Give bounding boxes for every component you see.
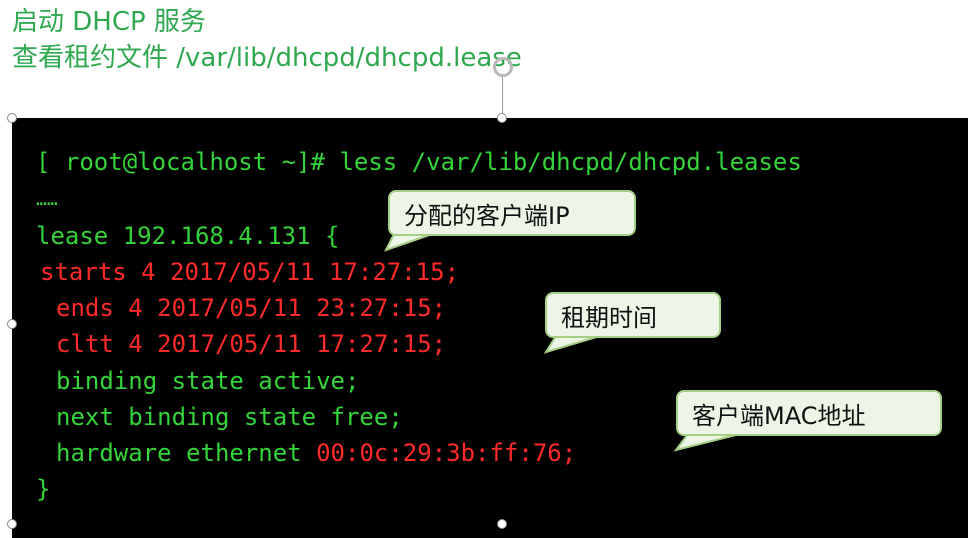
rotate-handle-icon[interactable] [493, 57, 513, 77]
cltt-line: cltt 4 2017/05/11 17:27:15; [56, 330, 447, 358]
shell-prompt: [ root@localhost ~]# [36, 148, 340, 176]
hardware-label: hardware ethernet [56, 439, 302, 467]
rotate-stem [502, 76, 503, 116]
hardware-mac: 00:0c:29:3b:ff:76; [316, 439, 577, 467]
binding-state-line: binding state active; [56, 367, 360, 395]
callout-lease-time[interactable]: 租期时间 [545, 292, 721, 338]
lease-line: lease 192.168.4.131 { [36, 221, 339, 251]
resize-handle-icon[interactable] [7, 519, 17, 529]
next-binding-state-line: next binding state free; [56, 403, 403, 431]
ellipsis-line: …… [36, 189, 58, 210]
callout-client-ip[interactable]: 分配的客户端IP [388, 190, 636, 236]
shell-command: less /var/lib/dhcpd/dhcpd.leases [339, 148, 802, 176]
lease-open-brace: { [325, 222, 340, 250]
resize-handle-icon[interactable] [7, 113, 17, 123]
resize-handle-icon[interactable] [497, 519, 507, 529]
hardware-line: hardware ethernet 00:0c:29:3b:ff:76; [56, 438, 576, 468]
ends-line: ends 4 2017/05/11 23:27:15; [56, 294, 447, 322]
command-line: [ root@localhost ~]# less /var/lib/dhcpd… [36, 147, 802, 177]
resize-handle-icon[interactable] [7, 319, 17, 329]
starts-line: starts 4 2017/05/11 17:27:15; [40, 258, 460, 286]
close-brace-line: } [36, 475, 51, 503]
lease-ip: 192.168.4.131 [122, 222, 311, 250]
resize-handle-icon[interactable] [497, 113, 507, 123]
lease-keyword: lease [36, 222, 109, 250]
slide-subtitle: 查看租约文件 /var/lib/dhcpd/dhcpd.lease [12, 43, 522, 73]
terminal-screenshot[interactable]: [ root@localhost ~]# less /var/lib/dhcpd… [12, 118, 968, 538]
callout-client-mac[interactable]: 客户端MAC地址 [676, 390, 942, 436]
slide-title: 启动 DHCP 服务 [12, 7, 206, 37]
